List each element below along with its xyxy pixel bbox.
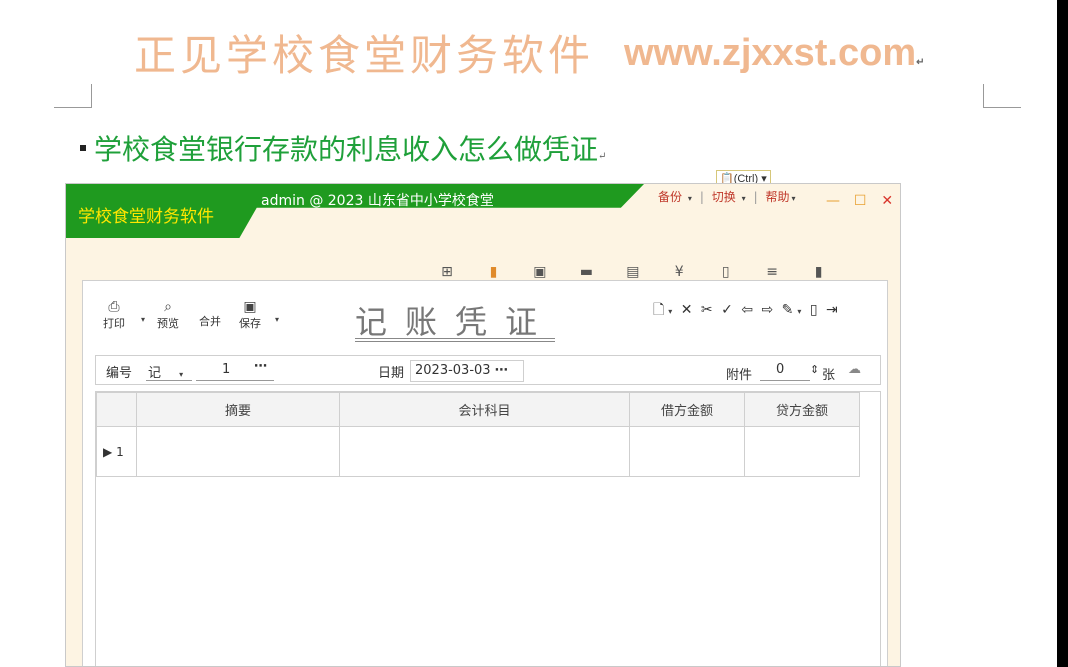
new-dropdown-icon[interactable]: ▾ — [668, 307, 672, 316]
grid-icon[interactable]: ⊞ — [426, 264, 468, 280]
date-input[interactable]: 2023-03-03 ⋯ — [410, 360, 524, 382]
brush-dropdown-icon[interactable]: ▾ — [797, 307, 801, 316]
chart-icon[interactable]: ▮ — [798, 264, 840, 280]
col-account: 会计科目 — [339, 392, 630, 427]
save-icon: ▣ — [243, 299, 257, 315]
close-button[interactable]: ✕ — [876, 193, 898, 209]
doc-title-url: www.zjxxst.com↵ — [624, 32, 925, 74]
current-row-icon: ▶ — [103, 444, 113, 459]
voucher-type-select[interactable]: 记 ▾ — [148, 362, 183, 381]
table-row[interactable]: ▶ 1 — [96, 426, 860, 477]
voucher-title: 记账凭证 — [355, 303, 556, 341]
voucher-info-row: 编号 记 ▾ 1 ⋯ 日期 2023-03-03 ⋯ 附件 0 ⇕ 张 ☁ — [95, 355, 881, 385]
tools-icon[interactable]: ✂ — [701, 302, 713, 318]
preview-icon: ⌕ — [164, 299, 172, 315]
doc-heading: 学校食堂银行存款的利息收入怎么做凭证↵ — [80, 128, 606, 168]
new-icon[interactable]: 🗋 — [653, 302, 664, 318]
menu-switch[interactable]: 切换 ▾ — [712, 190, 748, 204]
page-icon[interactable]: ▯ — [705, 264, 747, 280]
voucher-tools: 🗋 ▾ ✕ ✂ ✓ ⇦ ⇨ ✎ ▾ ▯ ⇥ — [653, 299, 842, 323]
save-dropdown-icon[interactable]: ▾ — [275, 315, 279, 324]
row-header-cell — [96, 392, 137, 427]
merge-button[interactable]: 合并 — [199, 313, 221, 329]
upload-icon[interactable]: ☁ — [848, 362, 861, 377]
print-dropdown-icon[interactable]: ▾ — [141, 315, 145, 324]
list-icon[interactable]: ≡ — [751, 264, 793, 280]
disk-icon[interactable]: ▣ — [519, 264, 561, 280]
number-label: 编号 — [106, 366, 133, 381]
printer-icon: ⎙ — [108, 299, 120, 315]
date-label: 日期 — [378, 366, 405, 381]
attach-icon[interactable]: ▯ — [810, 302, 818, 318]
app-window: 学校食堂财务软件 admin @ 2023 山东省中小学校食堂 备份 ▾ | 切换… — [65, 183, 901, 667]
app-menu-bar: 备份 ▾ | 切换 ▾ | 帮助 ▾ — [658, 190, 797, 204]
number-picker-icon[interactable]: ⋯ — [254, 359, 267, 374]
title-underline — [355, 338, 555, 339]
next-icon[interactable]: ⇨ — [761, 302, 773, 318]
background-toolbar: ⊞ ▮ ▣ ▬ ▤ ¥ ▯ ≡ ▮ — [426, 264, 840, 280]
yen-icon[interactable]: ¥ — [658, 264, 700, 280]
menu-backup[interactable]: 备份 ▾ — [658, 190, 694, 204]
save-button[interactable]: ▣ 保存 — [239, 299, 261, 331]
voucher-number-input[interactable]: 1 — [222, 362, 230, 377]
window-controls: — ☐ ✕ — [822, 190, 898, 209]
margin-corner-right — [983, 84, 1021, 108]
user-info: admin @ 2023 山东省中小学校食堂 — [261, 193, 494, 209]
margin-corner-left — [54, 84, 92, 108]
prev-icon[interactable]: ⇦ — [741, 302, 753, 318]
maximize-button[interactable]: ☐ — [849, 193, 871, 209]
debit-cell[interactable] — [629, 426, 745, 477]
app-name: 学校食堂财务软件 — [78, 207, 214, 227]
attach-spinner-icon[interactable]: ⇕ — [810, 363, 819, 376]
app-titlebar: 学校食堂财务软件 admin @ 2023 山东省中小学校食堂 备份 ▾ | 切换… — [66, 184, 900, 240]
book-icon[interactable]: ▮ — [472, 264, 514, 280]
type-underline — [146, 380, 192, 381]
col-credit: 贷方金额 — [744, 392, 860, 427]
col-summary: 摘要 — [136, 392, 340, 427]
ledger-icon[interactable]: ▤ — [612, 264, 654, 280]
exit-icon[interactable]: ⇥ — [826, 302, 838, 318]
menu-help[interactable]: 帮助 ▾ — [765, 190, 797, 204]
account-cell[interactable] — [339, 426, 630, 477]
date-picker-icon[interactable]: ⋯ — [495, 363, 508, 378]
title-underline-2 — [355, 341, 555, 342]
window-edge — [1057, 0, 1068, 667]
row-number: ▶ 1 — [96, 426, 137, 477]
delete-icon[interactable]: ✕ — [681, 302, 693, 318]
doc-title-cn: 正见学校食堂财务软件 — [134, 31, 595, 80]
attachment-label: 附件 — [726, 368, 753, 383]
stack-icon[interactable]: ▬ — [565, 264, 607, 280]
brush-icon[interactable]: ✎ — [782, 302, 794, 318]
print-button[interactable]: ⎙ 打印 — [103, 299, 125, 331]
number-underline — [196, 380, 274, 381]
voucher-dialog: ⎙ 打印 ▾ ⌕ 预览 合并 ▣ 保存 ▾ 记账凭证 🗋 ▾ ✕ ✂ ✓ ⇦ ⇨ … — [82, 280, 888, 666]
bullet-icon — [80, 144, 86, 151]
attachment-count-input[interactable]: 0 — [776, 362, 784, 377]
entry-table: 摘要 会计科目 借方金额 贷方金额 ▶ 1 — [96, 392, 860, 477]
check-icon[interactable]: ✓ — [721, 302, 733, 318]
preview-button[interactable]: ⌕ 预览 — [157, 299, 179, 331]
minimize-button[interactable]: — — [822, 193, 844, 209]
credit-cell[interactable] — [744, 426, 860, 477]
attachment-unit: 张 — [822, 368, 836, 383]
voucher-grid: 摘要 会计科目 借方金额 贷方金额 ▶ 1 — [95, 391, 881, 666]
attach-underline — [760, 380, 810, 381]
col-debit: 借方金额 — [629, 392, 745, 427]
summary-cell[interactable] — [136, 426, 340, 477]
